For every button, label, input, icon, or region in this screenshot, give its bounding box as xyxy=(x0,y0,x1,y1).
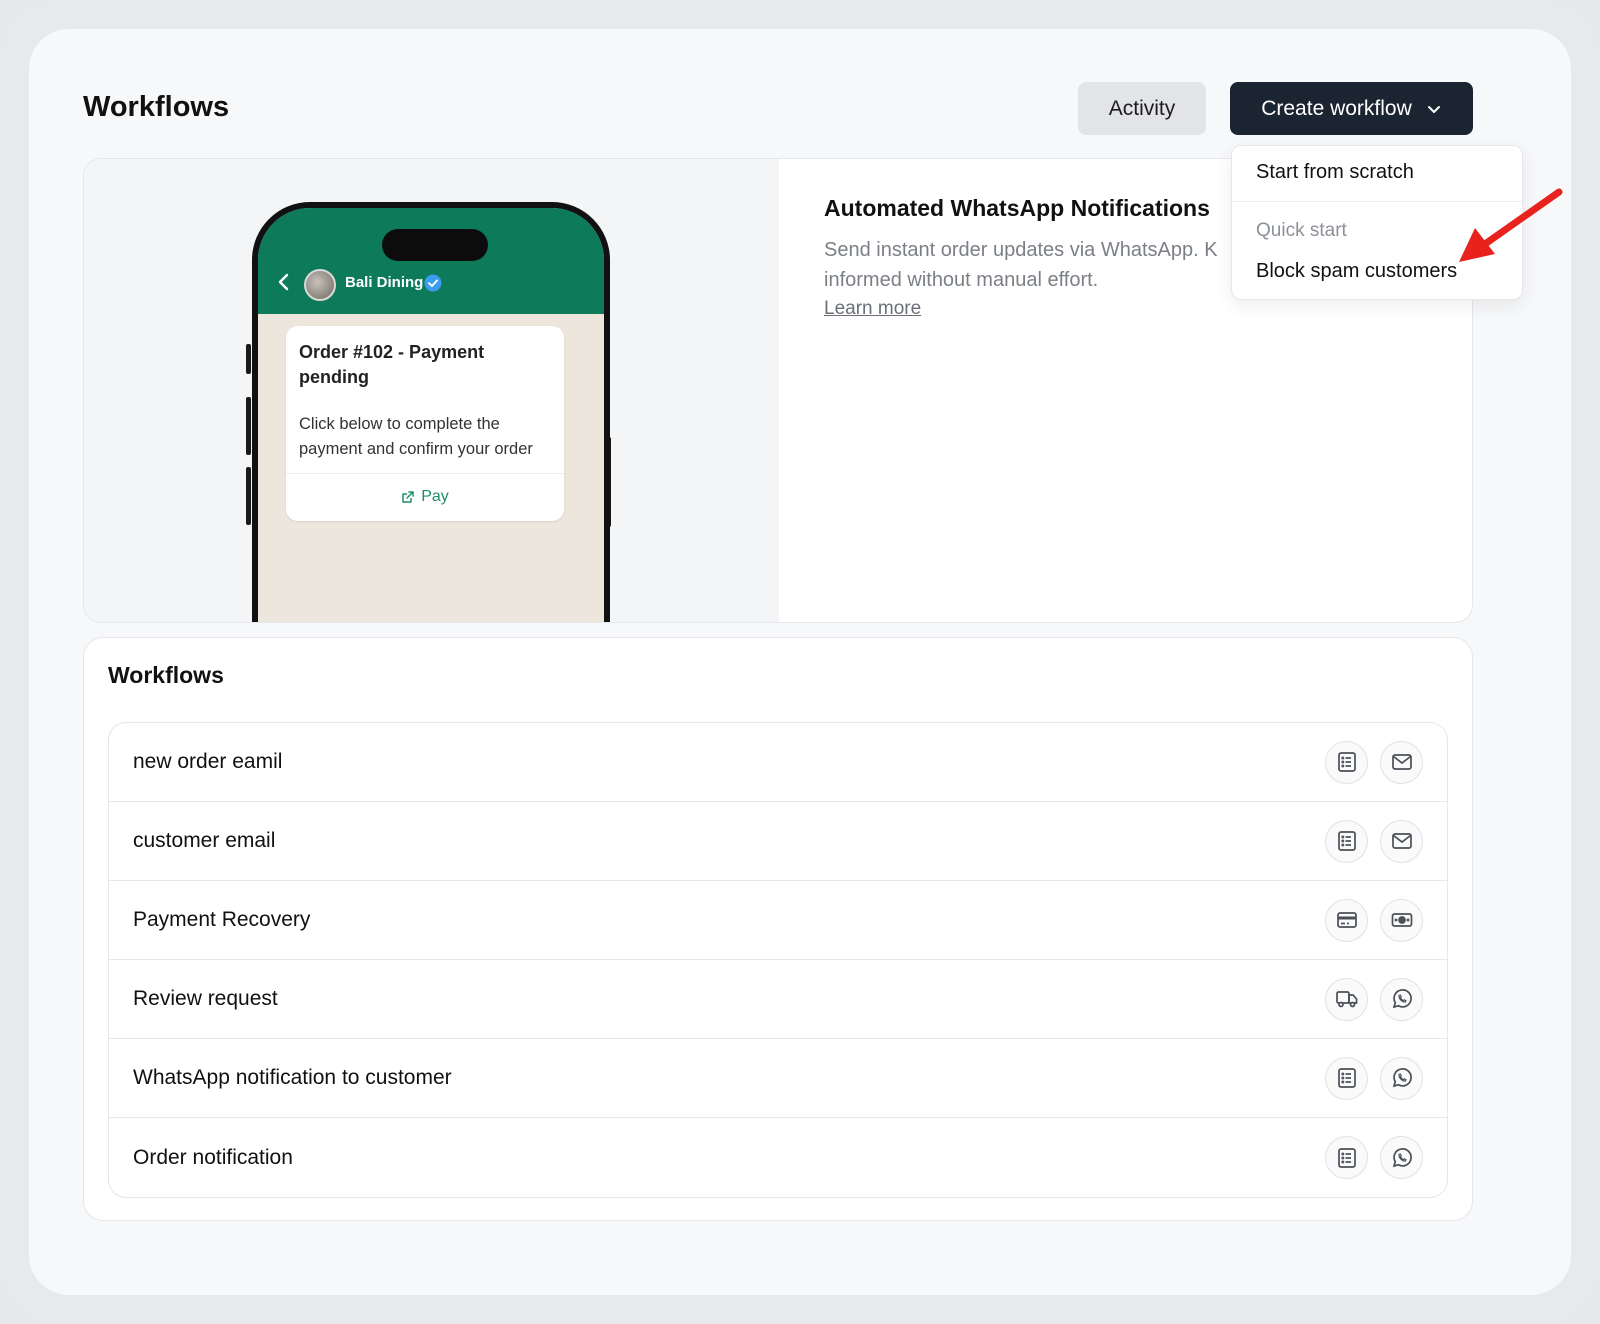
menu-item-start-from-scratch[interactable]: Start from scratch xyxy=(1256,161,1414,184)
message-title: Order #102 - Payment pending xyxy=(299,342,485,387)
workflow-name: WhatsApp notification to customer xyxy=(133,1066,452,1089)
mail-icon xyxy=(1380,819,1423,863)
app-window: Workflows Activity Create workflow Bali … xyxy=(29,29,1571,1295)
hero-preview: Bali Dining Order #102 - Payment pending… xyxy=(84,159,779,622)
workflow-icons xyxy=(1325,977,1423,1021)
message-bubble: Order #102 - Payment pending Click below… xyxy=(286,326,564,521)
avatar xyxy=(304,269,336,301)
message-body: Click below to complete the payment and … xyxy=(299,415,533,458)
back-arrow-icon xyxy=(278,273,289,291)
workflow-row[interactable]: WhatsApp notification to customer xyxy=(109,1039,1447,1118)
chat-header: Bali Dining xyxy=(258,208,604,314)
pay-button: Pay xyxy=(286,488,564,506)
workflow-row[interactable]: customer email xyxy=(109,802,1447,881)
workflow-row[interactable]: Review request xyxy=(109,960,1447,1039)
hero-description-line2: informed without manual effort. xyxy=(824,269,1099,291)
workflow-name: Order notification xyxy=(133,1145,293,1169)
workflow-row[interactable]: Payment Recovery xyxy=(109,881,1447,960)
list-icon xyxy=(1325,1136,1368,1179)
whatsapp-icon xyxy=(1380,1136,1423,1179)
phone-screen: Bali Dining Order #102 - Payment pending… xyxy=(258,208,604,622)
learn-more-link[interactable]: Learn more xyxy=(824,298,921,320)
workflow-row[interactable]: Order notification xyxy=(109,1118,1447,1197)
credit-card-icon xyxy=(1325,898,1368,942)
phone-mockup: Bali Dining Order #102 - Payment pending… xyxy=(252,202,610,622)
workflow-row[interactable]: new order eamil xyxy=(109,723,1447,802)
workflow-icons xyxy=(1325,740,1423,784)
phone-side-button xyxy=(246,344,251,374)
phone-side-button xyxy=(246,467,251,525)
workflow-icons xyxy=(1325,898,1423,942)
workflows-list: new order eamil customer email Payment R… xyxy=(108,722,1448,1198)
list-icon xyxy=(1325,1056,1368,1100)
hero-title: Automated WhatsApp Notifications xyxy=(824,195,1210,221)
workflows-card: Workflows new order eamil customer email xyxy=(83,637,1473,1221)
whatsapp-icon xyxy=(1380,977,1423,1021)
page-title: Workflows xyxy=(83,91,230,123)
workflow-icons xyxy=(1325,819,1423,863)
truck-icon xyxy=(1325,977,1368,1021)
verified-badge-icon xyxy=(424,274,442,292)
dynamic-island xyxy=(382,229,488,261)
create-workflow-label: Create workflow xyxy=(1261,96,1412,120)
workflows-section-title: Workflows xyxy=(108,662,224,688)
device-frame: Workflows Activity Create workflow Bali … xyxy=(0,0,1600,1324)
menu-item-block-spam-customers[interactable]: Block spam customers xyxy=(1256,260,1457,283)
create-workflow-button[interactable]: Create workflow xyxy=(1230,82,1473,135)
pay-label: Pay xyxy=(421,488,449,505)
workflow-name: new order eamil xyxy=(133,750,283,773)
workflow-icons xyxy=(1325,1136,1423,1179)
list-icon xyxy=(1325,740,1368,784)
message-divider xyxy=(286,473,564,474)
hero-description-line1: Send instant order updates via WhatsApp.… xyxy=(824,239,1218,261)
hero-description: Send instant order updates via WhatsApp.… xyxy=(824,235,1244,295)
workflow-name: Payment Recovery xyxy=(133,908,311,931)
external-link-icon xyxy=(402,491,414,503)
whatsapp-icon xyxy=(1380,1056,1423,1100)
chevron-down-icon xyxy=(1427,105,1440,113)
workflow-icons xyxy=(1325,1056,1423,1100)
workflow-name: Review request xyxy=(133,987,278,1010)
menu-section-quick-start: Quick start xyxy=(1256,220,1347,241)
list-icon xyxy=(1325,819,1368,863)
contact-name: Bali Dining xyxy=(345,274,424,291)
mail-icon xyxy=(1380,740,1423,784)
activity-button[interactable]: Activity xyxy=(1078,82,1206,135)
phone-side-button xyxy=(246,397,251,455)
cash-icon xyxy=(1380,898,1423,942)
annotation-arrow-icon xyxy=(1459,188,1563,262)
workflow-name: customer email xyxy=(133,829,276,852)
